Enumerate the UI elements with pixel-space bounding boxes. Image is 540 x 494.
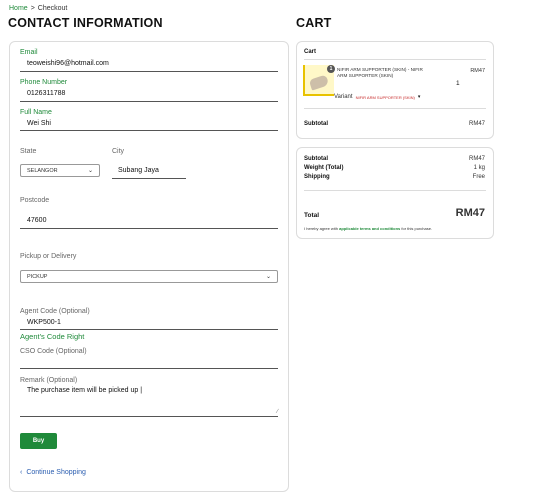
contact-form: Email teoweishi96@hotmail.com Phone Numb…: [9, 41, 289, 492]
phone-underline: [20, 101, 278, 102]
full-name-label: Full Name: [20, 109, 52, 116]
breadcrumb-separator: >: [30, 5, 35, 12]
chevron-down-icon: ⌄: [87, 168, 93, 174]
buy-button[interactable]: Buy: [20, 433, 57, 449]
chevron-down-icon[interactable]: ▾: [418, 94, 421, 100]
cart-divider-bottom: [304, 108, 486, 109]
quantity-badge: 1: [327, 65, 335, 73]
cso-code-underline: [20, 368, 278, 369]
city-underline: [112, 178, 186, 179]
remark-underline: [20, 416, 278, 417]
cso-code-label: CSO Code (Optional): [20, 348, 87, 355]
variant-row: Variant NIFIR ARM SUPPORTER (SKIN) ▾: [334, 94, 420, 100]
summary-divider: [304, 190, 486, 191]
total-value: RM47: [455, 207, 485, 219]
continue-shopping-link[interactable]: ‹ Continue Shopping: [20, 469, 86, 476]
state-label: State: [20, 148, 37, 155]
state-selected-value: SELANGOR: [27, 167, 58, 174]
agent-code-status: Agent's Code Right: [20, 332, 85, 341]
breadcrumb: Home > Checkout: [9, 5, 67, 12]
email-underline: [20, 71, 278, 72]
pickup-delivery-select[interactable]: PICKUP ⌄: [20, 270, 278, 283]
agree-prefix: I hereby agree with: [304, 226, 339, 231]
variant-label: Variant: [334, 94, 353, 100]
summary-weight-value: 1 kg: [473, 165, 485, 171]
remark-value: The purchase item will be picked up |: [27, 387, 143, 394]
chevron-down-icon: ⌄: [265, 274, 271, 280]
city-label: City: [112, 148, 125, 155]
postcode-field[interactable]: 47600: [27, 217, 46, 224]
summary-shipping-label: Shipping: [304, 174, 330, 180]
chevron-left-icon: ‹: [20, 469, 23, 476]
remark-label: Remark (Optional): [20, 377, 78, 384]
postcode-underline: [20, 228, 278, 229]
cart-item-price: RM47: [470, 68, 485, 74]
cart-title: CART: [296, 16, 332, 30]
summary-subtotal-row: Subtotal RM47: [304, 156, 485, 162]
postcode-label: Postcode: [20, 197, 50, 204]
terms-link[interactable]: applicable terms and conditions: [339, 226, 400, 231]
full-name-underline: [20, 130, 278, 131]
cart-item-name: NIFIR ARM SUPPORTER (SKIN) - NIFIR ARM S…: [337, 67, 423, 78]
breadcrumb-current: Checkout: [37, 5, 68, 12]
summary-shipping-value: Free: [472, 174, 485, 180]
summary-weight-label: Weight (Total): [304, 165, 344, 171]
terms-agreement: I hereby agree with applicable terms and…: [304, 226, 432, 231]
email-label: Email: [20, 49, 38, 56]
resize-handle-icon[interactable]: ∕: [277, 409, 278, 415]
agent-code-field[interactable]: WKP500-1: [27, 319, 61, 326]
summary-weight-row: Weight (Total) 1 kg: [304, 165, 485, 171]
summary-shipping-row: Shipping Free: [304, 174, 485, 180]
contact-title: CONTACT INFORMATION: [8, 16, 163, 30]
pickup-delivery-label: Pickup or Delivery: [20, 253, 77, 260]
summary-subtotal-label: Subtotal: [304, 156, 328, 162]
cart-subtotal-value: RM47: [468, 121, 485, 127]
cart-heading: Cart: [304, 49, 317, 55]
cart-item-quantity: 1: [456, 80, 460, 87]
cart-card: Cart 1 NIFIR ARM SUPPORTER (SKIN) - NIFI…: [296, 41, 494, 139]
order-summary-card: Subtotal RM47 Weight (Total) 1 kg Shippi…: [296, 147, 494, 239]
cart-subtotal-label: Subtotal: [304, 121, 328, 127]
state-select[interactable]: SELANGOR ⌄: [20, 164, 100, 177]
summary-subtotal-value: RM47: [468, 156, 485, 162]
remark-textarea[interactable]: The purchase item will be picked up | ∕: [20, 386, 278, 416]
breadcrumb-home-link[interactable]: Home: [9, 5, 28, 12]
variant-select[interactable]: NIFIR ARM SUPPORTER (SKIN): [356, 95, 415, 100]
total-label: Total: [304, 212, 320, 219]
agree-suffix: for this purchase.: [401, 226, 433, 231]
email-field[interactable]: teoweishi96@hotmail.com: [27, 60, 109, 67]
continue-shopping-label: Continue Shopping: [26, 469, 86, 476]
cart-divider-top: [304, 59, 486, 60]
pickup-selected-value: PICKUP: [27, 273, 48, 280]
phone-label: Phone Number: [20, 79, 68, 86]
phone-field[interactable]: 0126311788: [27, 90, 65, 97]
agent-code-label: Agent Code (Optional): [20, 308, 90, 315]
agent-code-underline: [20, 329, 278, 330]
city-field[interactable]: Subang Jaya: [118, 167, 159, 174]
full-name-field[interactable]: Wei Shi: [27, 120, 51, 127]
